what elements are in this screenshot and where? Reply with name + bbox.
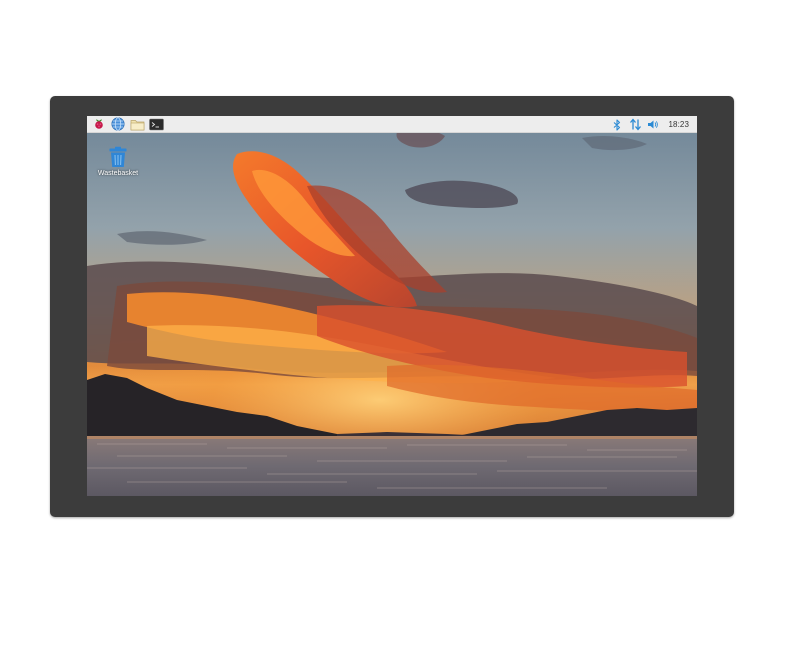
file-manager-icon[interactable] — [129, 117, 145, 132]
terminal-icon[interactable] — [148, 117, 164, 132]
taskbar: 18:23 — [87, 116, 697, 133]
desktop-icon-label: Wastebasket — [97, 170, 139, 177]
clock[interactable]: 18:23 — [668, 120, 689, 129]
desktop-screen: 18:23 Wastebasket — [87, 116, 697, 496]
network-arrows-icon[interactable] — [628, 118, 642, 132]
desktop-wallpaper — [87, 116, 697, 496]
volume-icon[interactable] — [646, 118, 660, 132]
desktop-icon-wastebasket[interactable]: Wastebasket — [93, 146, 143, 177]
web-browser-icon[interactable] — [110, 117, 126, 132]
system-tray: 18:23 — [610, 116, 697, 133]
bluetooth-icon[interactable] — [610, 118, 624, 132]
wastebasket-icon — [109, 146, 127, 167]
raspberry-menu-icon[interactable] — [91, 117, 107, 132]
